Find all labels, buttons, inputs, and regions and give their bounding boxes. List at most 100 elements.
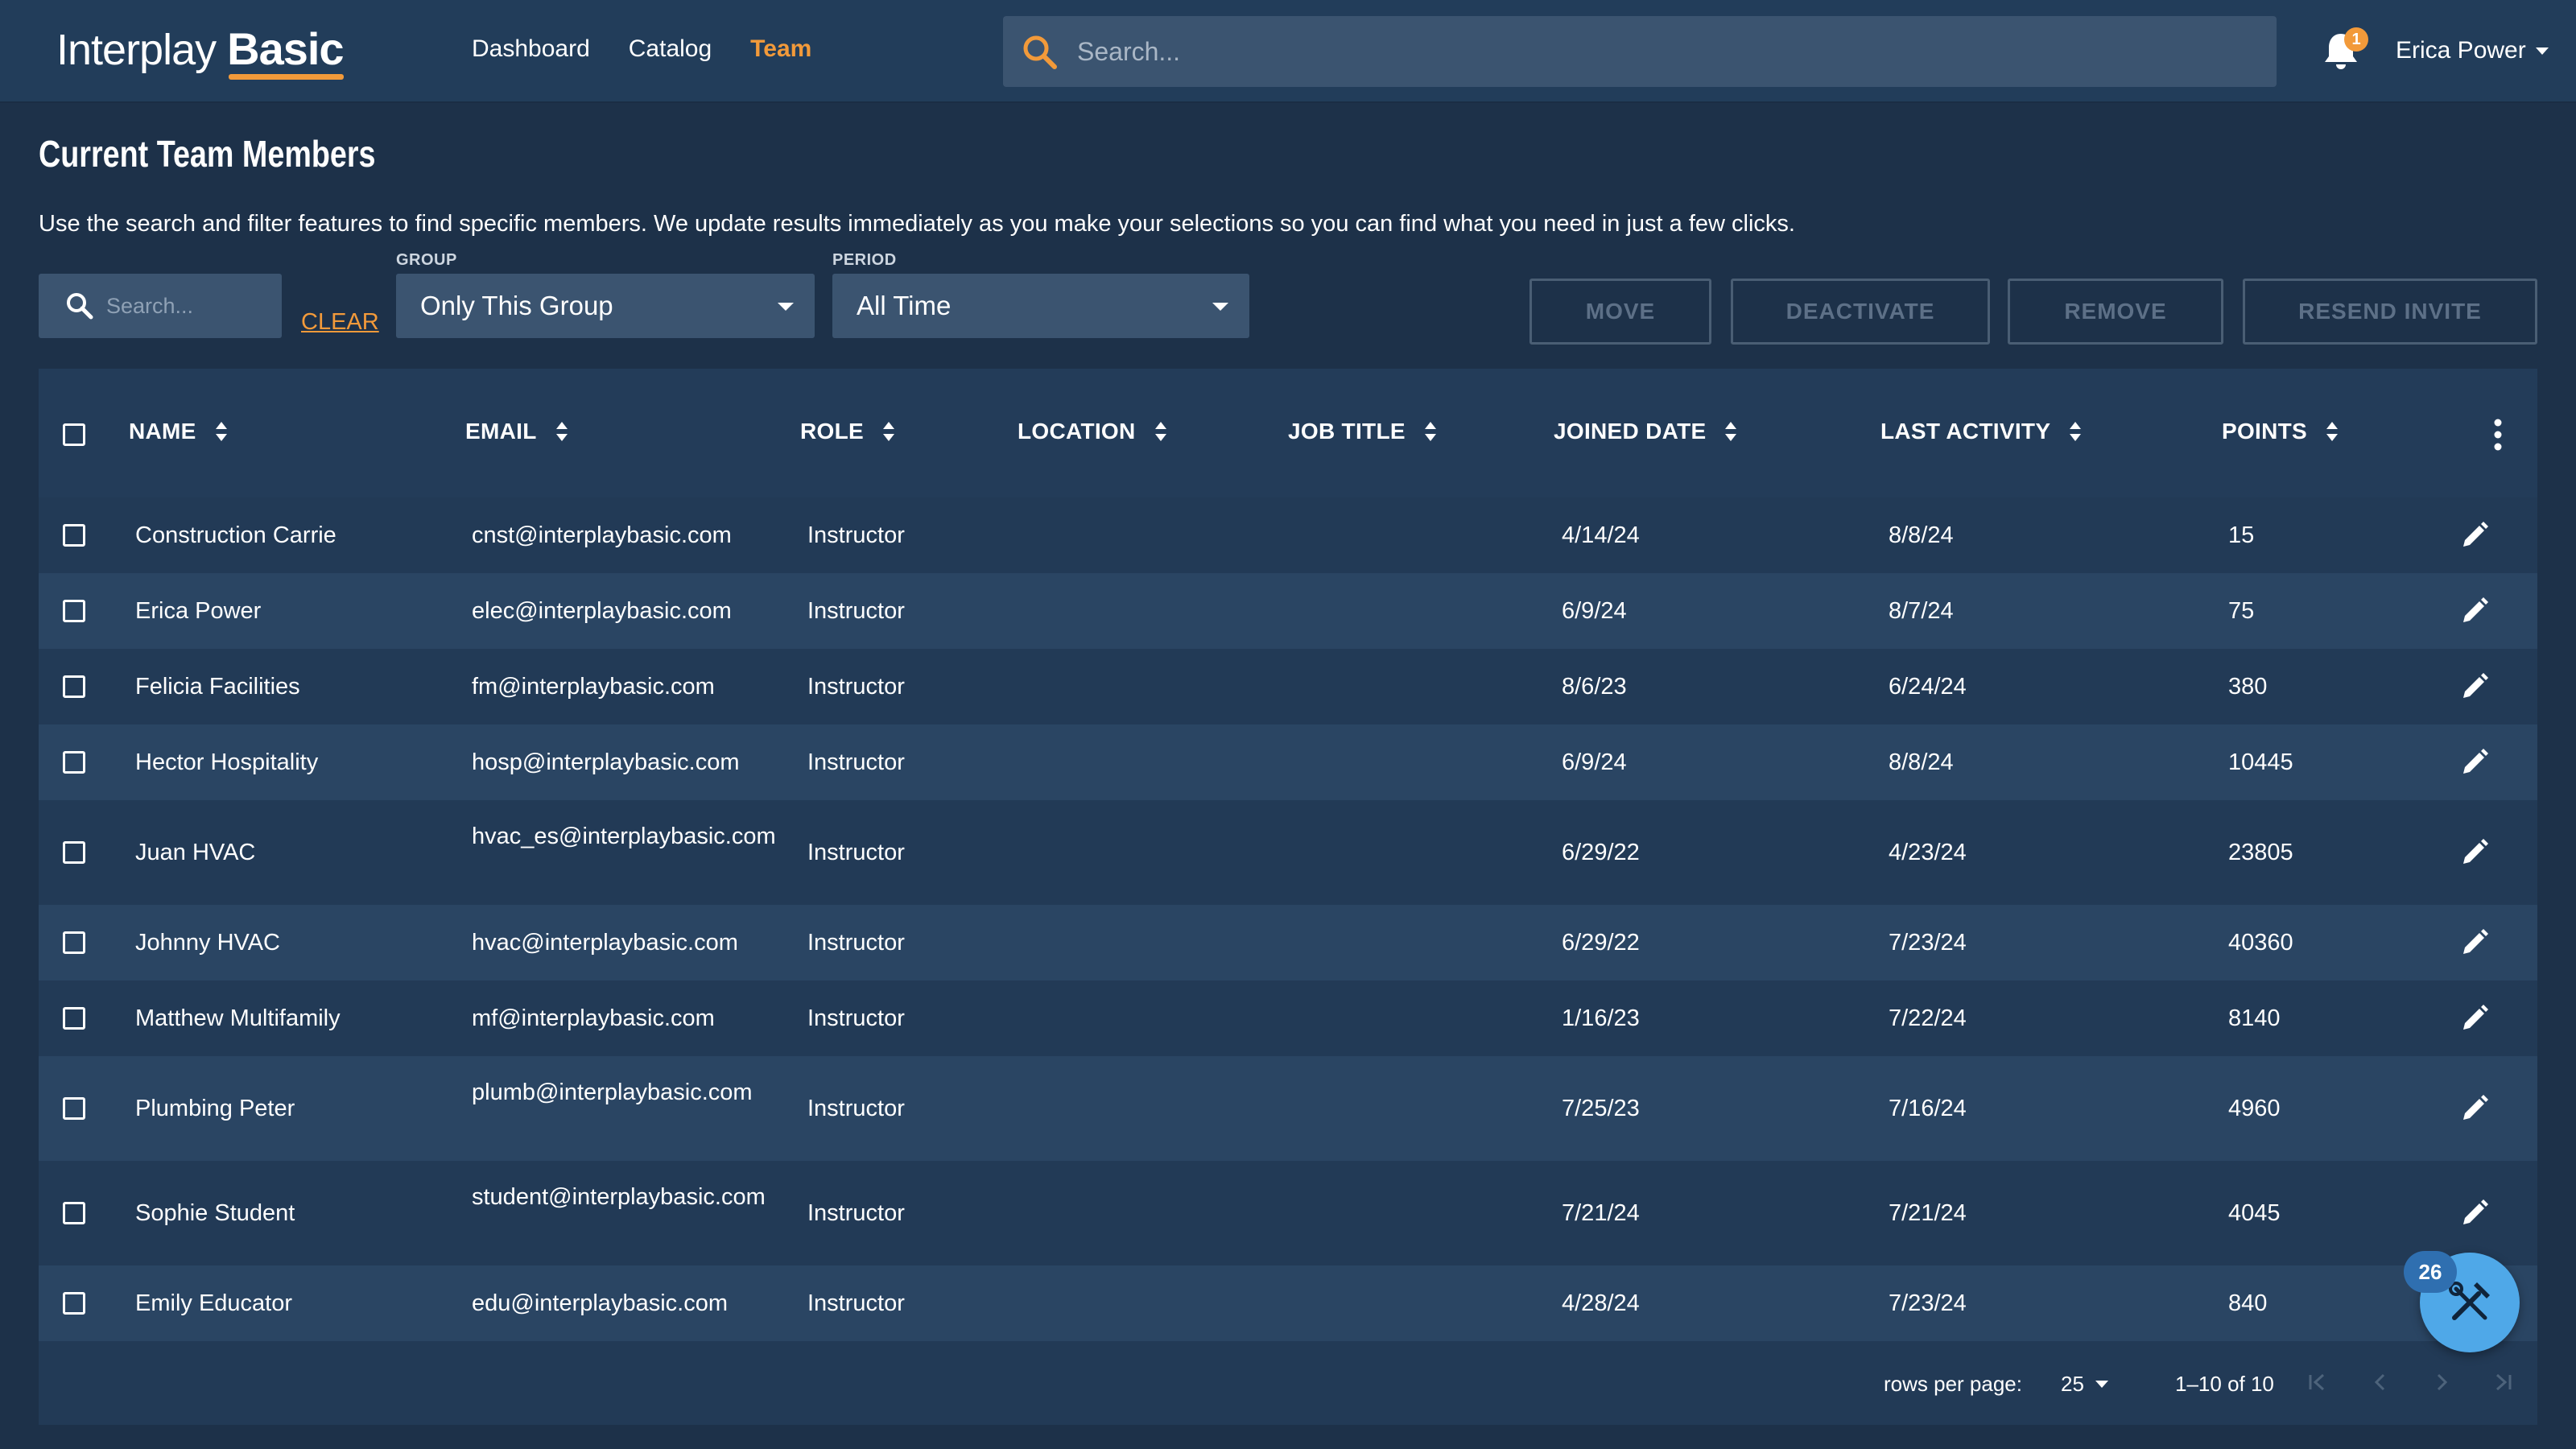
col-email-header[interactable]: EMAIL [465,419,569,444]
row-checkbox[interactable] [63,1202,85,1224]
email-cell: plumb@interplaybasic.com [472,1080,753,1105]
joined-date-cell: 6/9/24 [1562,598,1627,624]
notification-badge: 1 [2344,27,2368,52]
period-select[interactable]: All Time [832,274,1249,338]
points-cell: 840 [2228,1290,2268,1316]
table-row[interactable]: Hector Hospitality hosp@interplaybasic.co… [39,724,2537,800]
email-cell: elec@interplaybasic.com [472,598,732,624]
row-checkbox[interactable] [63,841,85,864]
joined-date-cell: 6/29/22 [1562,840,1640,865]
name-cell: Plumbing Peter [135,1096,295,1121]
table-row[interactable]: Johnny HVAC hvac@interplaybasic.com Instru… [39,905,2537,980]
rows-per-page-select[interactable]: 25 [2061,1372,2108,1397]
name-cell: Hector Hospitality [135,749,319,775]
kebab-icon[interactable] [2494,419,2502,451]
table-row[interactable]: Construction Carrie cnst@interplaybasic.c… [39,497,2537,573]
row-checkbox[interactable] [63,931,85,954]
rows-per-page-label: rows per page: [1884,1372,2022,1396]
pencil-icon[interactable] [2458,519,2491,551]
last-activity-cell: 7/23/24 [1889,930,1967,956]
table-row[interactable]: Felicia Facilities fm@interplaybasic.com I… [39,649,2537,724]
pencil-icon[interactable] [2458,927,2491,959]
sort-icon [2326,422,2339,441]
col-job-title-header[interactable]: JOB TITLE [1288,419,1438,444]
pencil-icon[interactable] [2458,595,2491,627]
nav-catalog[interactable]: Catalog [629,35,712,63]
last-page-icon[interactable] [2491,1370,2515,1394]
nav-dashboard[interactable]: Dashboard [472,35,590,63]
last-activity-cell: 6/24/24 [1889,674,1967,700]
row-checkbox[interactable] [63,1007,85,1030]
points-cell: 380 [2228,674,2268,700]
global-search-input[interactable] [1077,36,2204,67]
search-icon [1023,35,1057,69]
user-menu[interactable]: Erica Power [2396,37,2549,64]
name-cell: Emily Educator [135,1290,293,1316]
nav-team[interactable]: Team [750,35,811,63]
joined-date-cell: 7/21/24 [1562,1200,1640,1226]
move-button[interactable]: MOVE [1530,279,1711,345]
pencil-icon[interactable] [2458,746,2491,778]
name-cell: Sophie Student [135,1200,295,1226]
last-activity-cell: 8/8/24 [1889,749,1954,775]
row-checkbox[interactable] [63,675,85,698]
name-cell: Johnny HVAC [135,930,280,956]
group-select[interactable]: Only This Group [396,274,815,338]
first-page-icon[interactable] [2306,1370,2330,1394]
search-icon [67,293,93,320]
table-row[interactable]: Sophie Student student@interplaybasic.com… [39,1161,2537,1265]
name-cell: Erica Power [135,598,262,624]
table-row[interactable]: Plumbing Peter plumb@interplaybasic.com In… [39,1056,2537,1161]
row-checkbox[interactable] [63,751,85,774]
col-name-header[interactable]: NAME [129,419,229,444]
row-checkbox[interactable] [63,1097,85,1120]
points-cell: 40360 [2228,930,2293,956]
col-location-header[interactable]: LOCATION [1018,419,1168,444]
resend-invite-button[interactable]: RESEND INVITE [2243,279,2537,345]
points-cell: 75 [2228,598,2255,624]
col-points-label: POINTS [2222,419,2308,444]
role-cell: Instructor [807,840,905,865]
sort-icon [882,422,894,441]
prev-page-icon[interactable] [2368,1370,2392,1394]
last-activity-cell: 7/23/24 [1889,1290,1967,1316]
pencil-icon[interactable] [2458,1002,2491,1034]
col-joined-date-header[interactable]: JOINED DATE [1554,419,1738,444]
table-row[interactable]: Juan HVAC hvac_es@interplaybasic.com Instr… [39,800,2537,905]
pencil-icon[interactable] [2458,836,2491,869]
fab-badge: 26 [2404,1251,2457,1293]
role-cell: Instructor [807,1290,905,1316]
row-checkbox[interactable] [63,524,85,547]
remove-button[interactable]: REMOVE [2008,279,2223,345]
table-row[interactable]: Emily Educator edu@interplaybasic.com Inst… [39,1265,2537,1341]
col-last-activity-header[interactable]: LAST ACTIVITY [1880,419,2083,444]
email-cell: edu@interplaybasic.com [472,1290,728,1316]
chevron-down-icon [778,303,794,311]
joined-date-cell: 4/28/24 [1562,1290,1640,1316]
pencil-icon[interactable] [2458,671,2491,703]
member-search-input[interactable] [106,293,267,319]
table-row[interactable]: Matthew Multifamily mf@interplaybasic.com… [39,980,2537,1056]
email-cell: fm@interplaybasic.com [472,674,715,700]
col-points-header[interactable]: POINTS [2222,419,2339,444]
brand-logo[interactable]: Interplay Basic [56,23,345,80]
points-cell: 4960 [2228,1096,2281,1121]
points-cell: 8140 [2228,1005,2281,1031]
name-cell: Construction Carrie [135,522,336,548]
col-job-title-label: JOB TITLE [1288,419,1406,444]
sort-icon [215,422,227,441]
last-activity-cell: 8/7/24 [1889,598,1954,624]
col-name-label: NAME [129,419,196,444]
deactivate-button[interactable]: DEACTIVATE [1731,279,1990,345]
table-row[interactable]: Erica Power elec@interplaybasic.com Instru… [39,573,2537,649]
select-all-checkbox[interactable] [63,423,85,446]
pencil-icon[interactable] [2458,1197,2491,1229]
row-checkbox[interactable] [63,600,85,622]
chevron-down-icon [1212,303,1228,311]
next-page-icon[interactable] [2429,1370,2454,1394]
row-checkbox[interactable] [63,1292,85,1315]
group-select-value: Only This Group [420,291,613,320]
pencil-icon[interactable] [2458,1092,2491,1125]
clear-filters-link[interactable]: CLEAR [301,309,379,336]
col-role-header[interactable]: ROLE [800,419,896,444]
